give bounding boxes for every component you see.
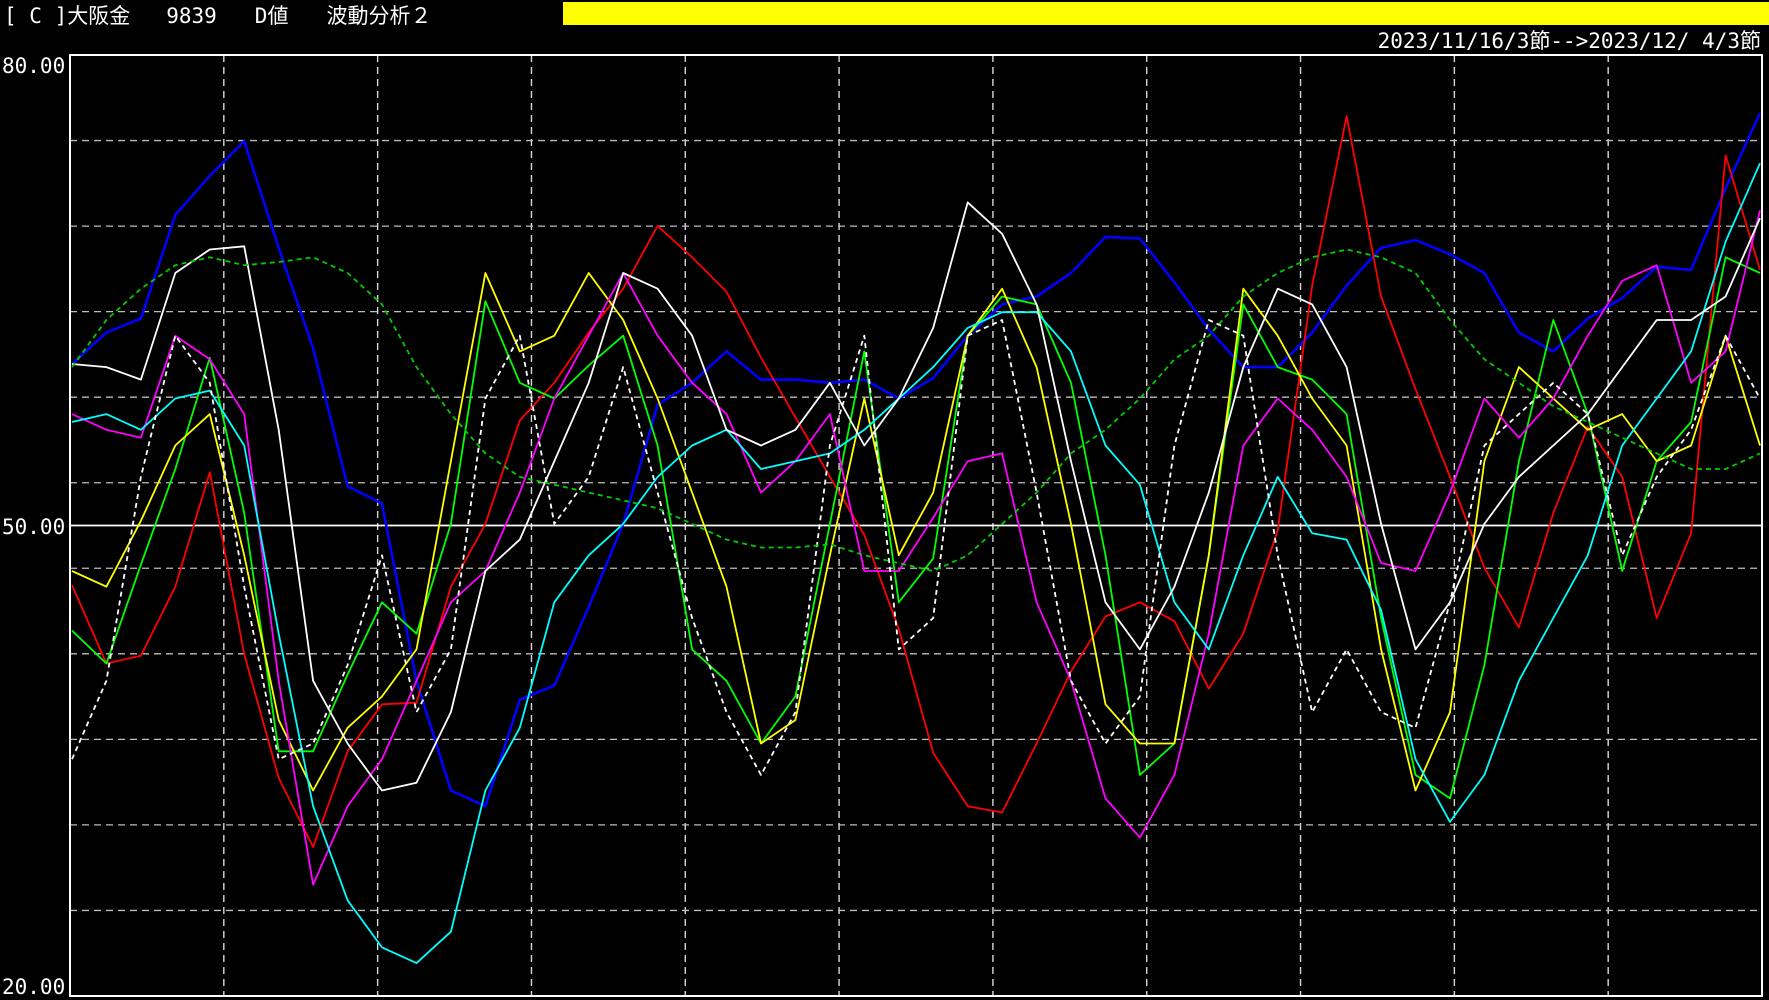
wave-analysis-chart: 80.00 50.00 20.00 [2, 54, 1763, 999]
y-axis: 80.00 50.00 20.00 [2, 54, 65, 999]
y-tick-label-top: 80.00 [2, 54, 65, 78]
series-line-6 [71, 201, 1761, 792]
series-line-5 [71, 162, 1761, 964]
y-tick-label-bottom: 20.00 [2, 975, 65, 999]
chart-series [71, 112, 1762, 964]
y-tick-label-mid: 50.00 [2, 515, 65, 539]
